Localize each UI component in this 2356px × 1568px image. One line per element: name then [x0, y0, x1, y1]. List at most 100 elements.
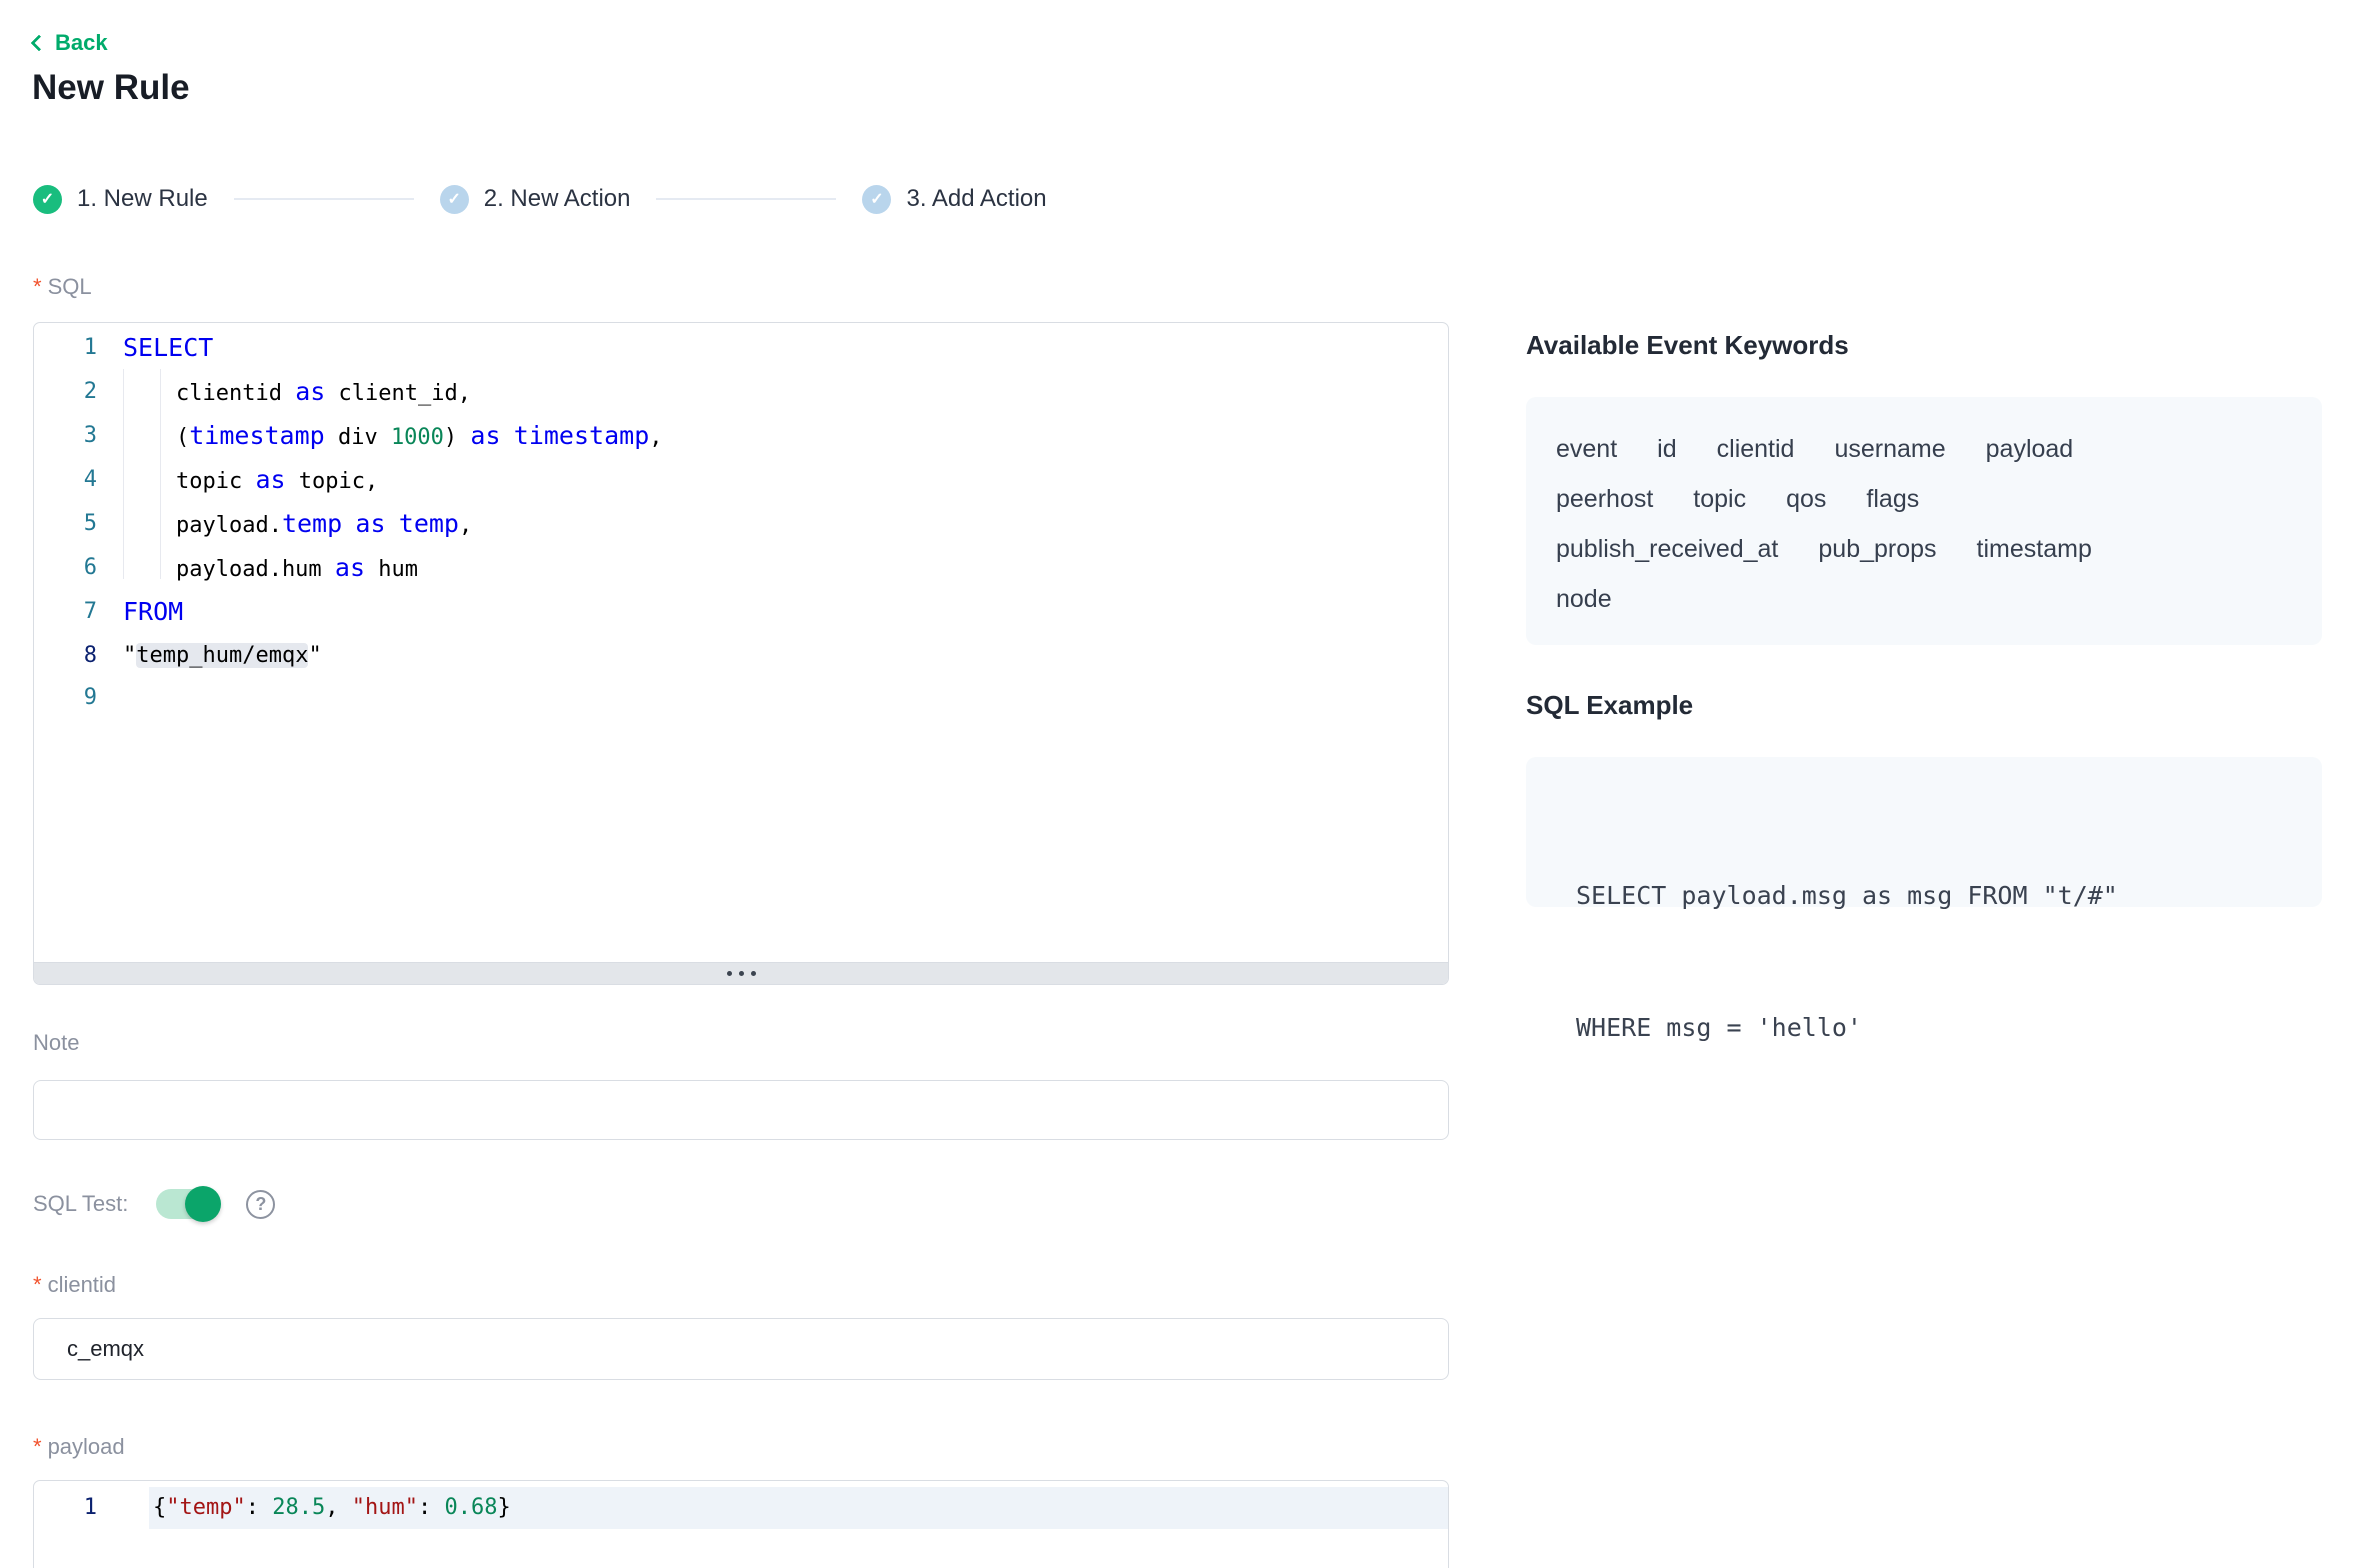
keyword: payload	[1986, 435, 2074, 464]
step-divider	[656, 198, 836, 200]
sql-code-area[interactable]: 1SELECT2 clientid as client_id,3 (timest…	[34, 323, 1448, 962]
code-token: (	[123, 425, 189, 450]
payload-field-label: * payload	[33, 1434, 125, 1460]
code-token: ,	[325, 1495, 352, 1520]
line-number: 8	[34, 635, 97, 677]
line-number: 2	[34, 371, 97, 415]
indent-guide	[160, 369, 161, 579]
line-number: 4	[34, 459, 97, 503]
code-token: as	[335, 553, 365, 582]
code-token: ,	[649, 425, 662, 450]
code-token: as	[355, 509, 385, 538]
sql-example-line: WHERE msg = 'hello'	[1576, 1006, 2302, 1050]
code-token: timestamp	[514, 421, 649, 450]
code-token: div	[325, 425, 391, 450]
code-line-content: (timestamp div 1000) as timestamp,	[97, 415, 1448, 459]
code-token: temp	[399, 509, 459, 538]
sql-test-label: SQL Test:	[33, 1191, 128, 1217]
chevron-left-icon	[31, 35, 48, 52]
check-circle-icon: ✓	[440, 185, 469, 214]
keyword: clientid	[1717, 435, 1795, 464]
keyword: publish_received_at	[1556, 535, 1778, 564]
code-line-content: FROM	[97, 591, 1448, 635]
sql-label-text: SQL	[48, 274, 92, 300]
sql-example-code: SELECT payload.msg as msg FROM "t/#" WHE…	[1526, 757, 2322, 1138]
code-line-content	[97, 677, 1448, 719]
code-token	[386, 513, 399, 538]
step-new-rule[interactable]: ✓ 1. New Rule	[33, 185, 208, 214]
help-icon[interactable]: ?	[246, 1190, 275, 1219]
clientid-field-label: * clientid	[33, 1272, 116, 1298]
sql-test-row: SQL Test: ?	[33, 1184, 275, 1224]
sql-example-line: SELECT payload.msg as msg FROM "t/#"	[1576, 874, 2302, 918]
sql-example-panel: SELECT payload.msg as msg FROM "t/#" WHE…	[1526, 757, 2322, 907]
keyword-row: publish_received_at pub_props timestamp	[1556, 535, 2292, 564]
code-line: 4 topic as topic,	[34, 459, 1448, 503]
code-token: {	[153, 1495, 166, 1520]
event-keywords-heading: Available Event Keywords	[1526, 330, 1849, 361]
sql-example-heading: SQL Example	[1526, 690, 1693, 721]
sql-test-toggle[interactable]	[156, 1189, 218, 1219]
code-token: payload.	[123, 513, 282, 538]
code-token: payload.hum	[123, 557, 335, 582]
step-divider	[234, 198, 414, 200]
clientid-label-text: clientid	[48, 1272, 116, 1298]
code-token: topic,	[286, 469, 379, 494]
code-line-content: "temp_hum/emqx"	[97, 635, 1448, 677]
code-token: )	[444, 425, 471, 450]
note-input[interactable]	[33, 1080, 1449, 1140]
step-new-action[interactable]: ✓ 2. New Action	[440, 185, 631, 214]
required-asterisk: *	[33, 1434, 42, 1460]
keyword-row: peerhost topic qos flags	[1556, 485, 2292, 514]
payload-code-editor[interactable]: 1{"temp": 28.5, "hum": 0.68}	[33, 1480, 1449, 1568]
code-line-content: {"temp": 28.5, "hum": 0.68}	[149, 1487, 1448, 1529]
code-line: 8"temp_hum/emqx"	[34, 635, 1448, 677]
wizard-steps: ✓ 1. New Rule ✓ 2. New Action ✓ 3. Add A…	[33, 183, 1047, 215]
step-add-action[interactable]: ✓ 3. Add Action	[862, 185, 1046, 214]
code-line-content: SELECT	[97, 327, 1448, 371]
code-line: 5 payload.temp as temp,	[34, 503, 1448, 547]
code-token: 0.68	[444, 1495, 497, 1520]
code-token: as	[470, 421, 500, 450]
keyword: qos	[1786, 485, 1826, 514]
code-token: FROM	[123, 597, 183, 626]
note-field-label: Note	[33, 1030, 79, 1056]
line-number: 9	[34, 677, 97, 719]
code-line-content: payload.hum as hum	[97, 547, 1448, 591]
toggle-knob	[185, 1186, 221, 1222]
check-circle-icon: ✓	[33, 185, 62, 214]
line-number: 3	[34, 415, 97, 459]
clientid-input[interactable]	[33, 1318, 1449, 1380]
code-token: 1000	[391, 425, 444, 450]
line-number: 5	[34, 503, 97, 547]
line-number: 6	[34, 547, 97, 591]
code-line: 3 (timestamp div 1000) as timestamp,	[34, 415, 1448, 459]
code-line: 1SELECT	[34, 327, 1448, 371]
code-token: "	[308, 643, 321, 668]
back-label: Back	[55, 30, 108, 56]
code-token: "	[123, 643, 136, 668]
keyword: peerhost	[1556, 485, 1653, 514]
keyword: topic	[1693, 485, 1746, 514]
keyword: username	[1834, 435, 1945, 464]
keyword: id	[1657, 435, 1676, 464]
payload-label-text: payload	[48, 1434, 125, 1460]
sql-code-editor[interactable]: 1SELECT2 clientid as client_id,3 (timest…	[33, 322, 1449, 985]
code-line-content: payload.temp as temp,	[97, 503, 1448, 547]
step-label: 2. New Action	[484, 185, 631, 213]
payload-code-area[interactable]: 1{"temp": 28.5, "hum": 0.68}	[34, 1481, 1448, 1568]
drag-dot-icon	[739, 971, 744, 976]
drag-dot-icon	[727, 971, 732, 976]
code-token: "hum"	[352, 1495, 418, 1520]
code-token	[501, 425, 514, 450]
keyword: node	[1556, 585, 1612, 614]
line-number: 7	[34, 591, 97, 635]
code-token: as	[255, 465, 285, 494]
code-token: ,	[459, 513, 472, 538]
editor-resize-handle[interactable]	[34, 962, 1448, 984]
back-link[interactable]: Back	[33, 30, 108, 56]
code-token: }	[497, 1495, 510, 1520]
required-asterisk: *	[33, 274, 42, 300]
code-line-content: topic as topic,	[97, 459, 1448, 503]
code-token: clientid	[123, 381, 295, 406]
